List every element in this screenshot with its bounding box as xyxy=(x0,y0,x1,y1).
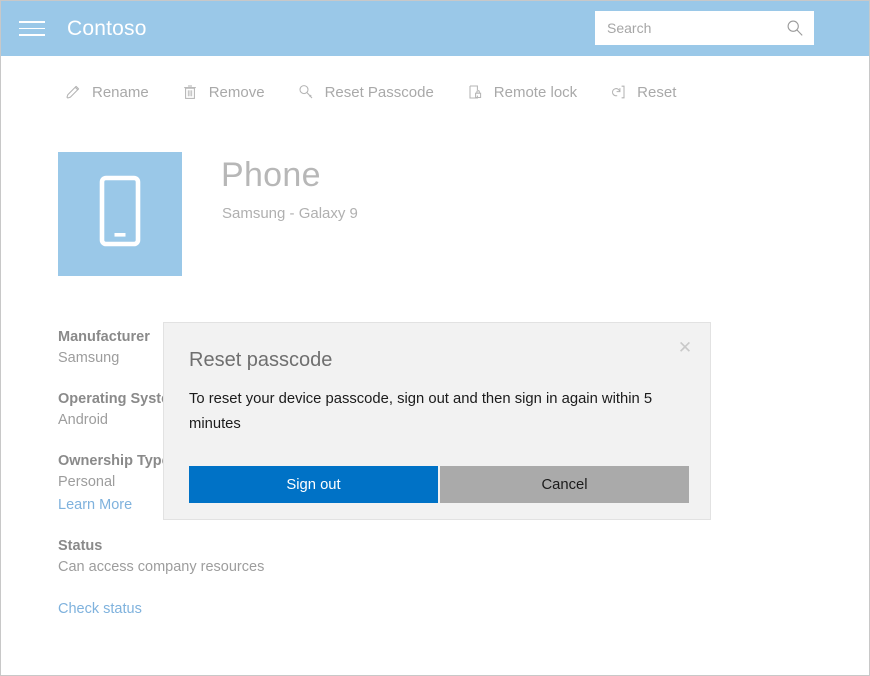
dialog-message: To reset your device passcode, sign out … xyxy=(189,387,665,437)
app-header: Contoso xyxy=(1,1,870,56)
reset-passcode-label: Reset Passcode xyxy=(325,84,434,101)
detail-value: Can access company resources xyxy=(58,556,388,579)
rename-button[interactable]: Rename xyxy=(63,82,149,102)
hamburger-line xyxy=(19,28,45,30)
device-tile xyxy=(58,152,182,276)
reset-passcode-dialog: ✕ Reset passcode To reset your device pa… xyxy=(163,322,711,520)
device-model-subtitle: Samsung - Galaxy 9 xyxy=(222,205,358,222)
hamburger-line xyxy=(19,34,45,36)
dialog-actions: Sign out Cancel xyxy=(189,466,689,503)
remove-button[interactable]: Remove xyxy=(180,82,265,102)
reset-button[interactable]: Reset xyxy=(608,82,676,102)
close-icon[interactable]: ✕ xyxy=(671,333,699,361)
key-icon xyxy=(296,82,316,102)
cancel-button[interactable]: Cancel xyxy=(440,466,689,503)
remote-lock-label: Remote lock xyxy=(494,84,577,101)
search-input[interactable] xyxy=(595,12,779,44)
reset-arrow-icon xyxy=(608,82,628,102)
hamburger-line xyxy=(19,21,45,23)
hamburger-menu-icon[interactable] xyxy=(19,19,45,39)
device-lock-icon xyxy=(465,82,485,102)
pencil-icon xyxy=(63,82,83,102)
sign-out-button[interactable]: Sign out xyxy=(189,466,438,503)
dialog-title: Reset passcode xyxy=(189,349,332,372)
reset-passcode-button[interactable]: Reset Passcode xyxy=(296,82,434,102)
remove-label: Remove xyxy=(209,84,265,101)
detail-label: Status xyxy=(58,536,388,556)
command-bar: Rename Remove xyxy=(63,82,707,102)
rename-label: Rename xyxy=(92,84,149,101)
trash-icon xyxy=(180,82,200,102)
app-window: Contoso Rename xyxy=(0,0,870,676)
search-box[interactable] xyxy=(595,11,814,45)
page-title: Phone xyxy=(221,156,321,195)
phone-icon xyxy=(89,173,151,256)
remote-lock-button[interactable]: Remote lock xyxy=(465,82,577,102)
search-icon[interactable] xyxy=(786,19,804,37)
detail-status: Status Can access company resources xyxy=(58,536,388,579)
brand-title: Contoso xyxy=(67,17,147,41)
check-status-link[interactable]: Check status xyxy=(58,598,388,621)
reset-label: Reset xyxy=(637,84,676,101)
